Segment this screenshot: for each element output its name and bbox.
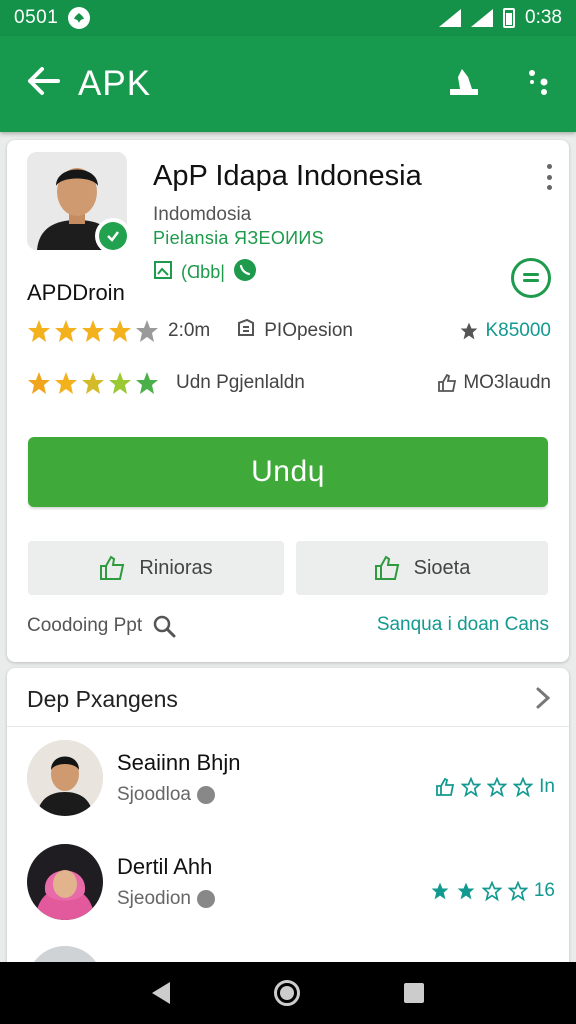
star-icon (457, 882, 475, 900)
more-icon[interactable] (526, 69, 550, 100)
thumbs-up-icon (374, 555, 399, 580)
share-button-label: Sioeta (413, 556, 471, 579)
list-item[interactable]: Seaiinn Bhjn Sjoodloa In (27, 740, 555, 820)
rating-right: K85000 (459, 320, 551, 342)
chevron-right-icon[interactable] (535, 686, 551, 717)
star-icon (55, 320, 77, 342)
person-rating-text: In (539, 776, 555, 797)
star-empty-icon (136, 320, 158, 342)
person-rating: 16 (430, 880, 555, 902)
chat-icon[interactable] (511, 258, 551, 298)
tags-text: (Ɑbb| (181, 262, 225, 282)
rating-row-2-right: MO3laudn (437, 372, 551, 394)
rating-middle: PIOpesion (236, 318, 353, 344)
star-outline-icon (513, 777, 534, 797)
person-subtitle: Sjoodloa (117, 784, 191, 805)
footer-left-text: Coodoing Ppt (27, 615, 143, 636)
nav-back-icon[interactable] (152, 982, 170, 1004)
search-icon[interactable] (152, 614, 176, 638)
app-tags: (Ɑbb| (153, 258, 257, 287)
list-item[interactable]: Dertil Ahh Sjeodion 16 (27, 844, 555, 924)
star-icon (136, 372, 158, 394)
battery-icon (503, 8, 516, 28)
star-outline-icon (481, 881, 502, 901)
rating-row-2-text: Udn Pgjenlaldn (176, 372, 305, 393)
star-outline-icon (461, 322, 478, 340)
person-name: Seaiinn Bhjn (117, 750, 241, 775)
app-bar: APK (0, 36, 576, 132)
developer-subtitle: Pielansia ЯЗЕОИИS (153, 228, 324, 248)
section-title[interactable]: Dep Pxangens (27, 686, 178, 713)
rating-row-1: 2:0m PIOpesion K85000 (27, 316, 551, 346)
developer-name[interactable]: Indomdosia (153, 204, 251, 226)
footer-left[interactable]: Coodoing Ppt (27, 614, 176, 638)
star-icon (109, 320, 131, 342)
avatar (27, 844, 103, 920)
whatsapp-icon[interactable] (233, 258, 257, 287)
thumbs-up-icon (436, 777, 455, 796)
app-card: ApP Idapa Indonesia Indomdosia Pielansia… (7, 140, 569, 662)
star-icon (82, 320, 104, 342)
reviews-button-label: Rinioras (139, 556, 213, 579)
arrow-left-icon[interactable] (26, 65, 60, 103)
rating-row-2-right-text: MO3laudn (463, 372, 551, 393)
notification-icon (68, 7, 91, 29)
rating-stars-2 (27, 371, 162, 395)
star-outline-icon (507, 881, 528, 901)
star-icon (109, 372, 131, 394)
share-button[interactable]: Sioeta (296, 541, 548, 595)
system-nav-bar (0, 962, 576, 1024)
star-icon (55, 372, 77, 394)
signal-icon-2 (471, 9, 494, 27)
avatar (27, 740, 103, 816)
install-button[interactable]: Undɥ (28, 437, 548, 507)
nav-recents-icon[interactable] (404, 983, 424, 1003)
badge-icon (196, 786, 215, 804)
section-card: Dep Pxangens Seaiinn Bhjn Sjoodloa In De… (7, 668, 569, 1022)
status-time: 0501 (14, 7, 59, 28)
divider (7, 726, 569, 727)
star-icon (28, 372, 50, 394)
app-bar-title: APK (78, 64, 152, 103)
person-subtitle: Sjeodion (117, 888, 191, 909)
overflow-menu-icon[interactable] (545, 164, 553, 190)
badge-icon (196, 890, 215, 908)
app-short-name: APDDroin (27, 280, 125, 305)
rating-stars-1 (27, 319, 162, 343)
verified-badge-icon (95, 218, 131, 254)
star-outline-icon (487, 777, 508, 797)
thumbs-up-icon (100, 555, 125, 580)
reviews-button[interactable]: Rinioras (28, 541, 284, 595)
thumbs-up-icon (438, 373, 457, 392)
footer-right-link[interactable]: Sanqua i doan Cans (377, 614, 549, 636)
status-clock: 0:38 (525, 7, 562, 28)
status-bar: 0501 0:38 (0, 0, 576, 36)
rating-value: 2:0m (168, 320, 211, 341)
star-icon (28, 320, 50, 342)
share-icon[interactable] (448, 67, 480, 102)
star-outline-icon (461, 777, 482, 797)
person-subtitle-row: Sjoodloa (117, 784, 215, 806)
document-icon (236, 318, 256, 344)
rating-middle-text: PIOpesion (264, 320, 353, 341)
person-rating: In (435, 776, 555, 798)
signal-icon (439, 9, 462, 27)
rating-right-text: K85000 (485, 320, 551, 341)
app-title: ApP Idapa Indonesia (153, 160, 422, 192)
rating-row-2: Udn Pgjenlaldn MO3laudn (27, 368, 551, 398)
person-rating-text: 16 (533, 880, 555, 901)
star-icon (82, 372, 104, 394)
person-name: Dertil Ahh (117, 854, 213, 879)
person-subtitle-row: Sjeodion (117, 888, 215, 910)
star-icon (431, 882, 449, 900)
nav-home-icon[interactable] (274, 980, 300, 1006)
gallery-icon (153, 260, 173, 285)
